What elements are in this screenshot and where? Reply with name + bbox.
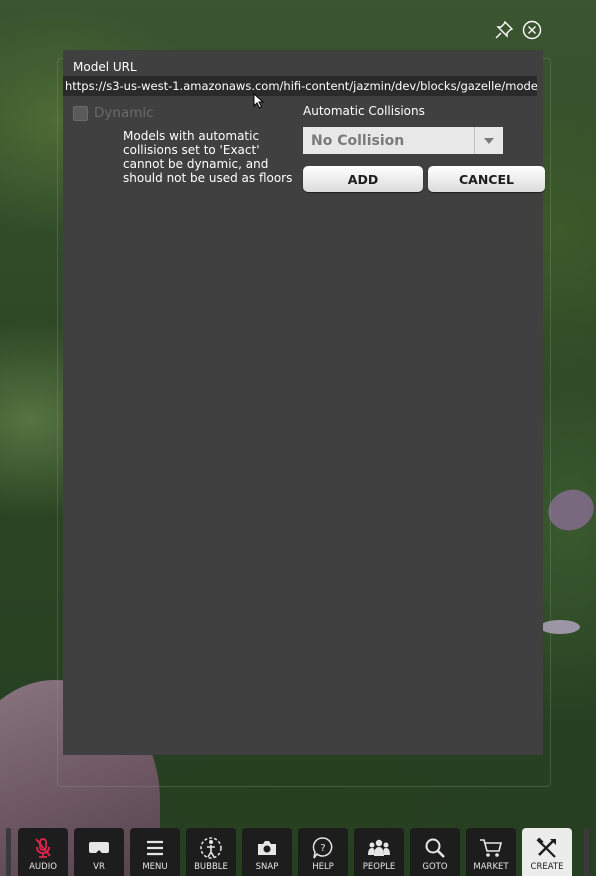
dynamic-note: Models with automatic collisions set to … bbox=[123, 129, 293, 185]
bubble-icon bbox=[200, 837, 222, 859]
people-icon bbox=[368, 839, 390, 856]
collisions-label: Automatic Collisions bbox=[303, 104, 425, 118]
toolbar-vr-button[interactable]: VR bbox=[74, 828, 124, 876]
toolbar-label: AUDIO bbox=[29, 862, 57, 872]
toolbar-label: HELP bbox=[312, 862, 334, 872]
muted-mic-icon bbox=[35, 838, 51, 858]
dynamic-checkbox[interactable] bbox=[73, 105, 88, 121]
toolbar-label: MENU bbox=[142, 862, 168, 872]
search-icon bbox=[425, 838, 445, 858]
svg-text:?: ? bbox=[320, 843, 325, 854]
toolbar-menu-button[interactable]: MENU bbox=[130, 828, 180, 876]
toolbar-label: BUBBLE bbox=[194, 862, 228, 872]
toolbar-audio-button[interactable]: AUDIO bbox=[18, 828, 68, 876]
toolbar-create-button[interactable]: CREATE bbox=[522, 828, 572, 876]
toolbar-label: MARKET bbox=[473, 862, 509, 872]
help-icon: ? bbox=[312, 837, 333, 859]
create-tools-icon bbox=[536, 837, 556, 858]
new-model-dialog: Model URL https://s3-us-west-1.amazonaws… bbox=[63, 50, 545, 755]
cancel-button[interactable]: CANCEL bbox=[428, 166, 545, 192]
toolbar-right-handle[interactable] bbox=[584, 828, 589, 876]
toolbar-label: VR bbox=[93, 862, 105, 872]
toolbar-left-handle[interactable] bbox=[6, 828, 11, 876]
cart-icon bbox=[480, 839, 503, 857]
model-url-input[interactable]: https://s3-us-west-1.amazonaws.com/hifi-… bbox=[63, 76, 537, 96]
dynamic-option[interactable]: Dynamic bbox=[73, 104, 154, 122]
toolbar-goto-button[interactable]: GOTO bbox=[410, 828, 460, 876]
collisions-selected-value: No Collision bbox=[311, 132, 405, 149]
collisions-select[interactable]: No Collision bbox=[303, 127, 503, 154]
note-line: cannot be dynamic, and bbox=[123, 157, 269, 171]
toolbar-label: GOTO bbox=[422, 862, 448, 872]
pin-icon[interactable] bbox=[494, 20, 514, 40]
dynamic-label: Dynamic bbox=[94, 105, 154, 121]
camera-icon bbox=[258, 841, 276, 855]
close-icon[interactable] bbox=[522, 20, 542, 40]
note-line: collisions set to 'Exact' bbox=[123, 143, 260, 157]
toolbar-snap-button[interactable]: SNAP bbox=[242, 828, 292, 876]
add-button[interactable]: ADD bbox=[303, 166, 423, 192]
hamburger-icon bbox=[147, 840, 163, 856]
toolbar-help-button[interactable]: ? HELP bbox=[298, 828, 348, 876]
vr-headset-icon bbox=[89, 842, 109, 853]
mouse-cursor-icon bbox=[253, 93, 265, 109]
note-line: Models with automatic bbox=[123, 129, 260, 143]
model-url-label: Model URL bbox=[73, 60, 137, 74]
toolbar-label: SNAP bbox=[255, 862, 279, 872]
toolbar-people-button[interactable]: PEOPLE bbox=[354, 828, 404, 876]
chevron-down-icon[interactable] bbox=[474, 127, 503, 154]
toolbar-bubble-button[interactable]: BUBBLE bbox=[186, 828, 236, 876]
note-line: should not be used as floors bbox=[123, 171, 293, 185]
toolbar-label: PEOPLE bbox=[362, 862, 396, 872]
toolbar-market-button[interactable]: MARKET bbox=[466, 828, 516, 876]
toolbar-label: CREATE bbox=[530, 862, 564, 872]
